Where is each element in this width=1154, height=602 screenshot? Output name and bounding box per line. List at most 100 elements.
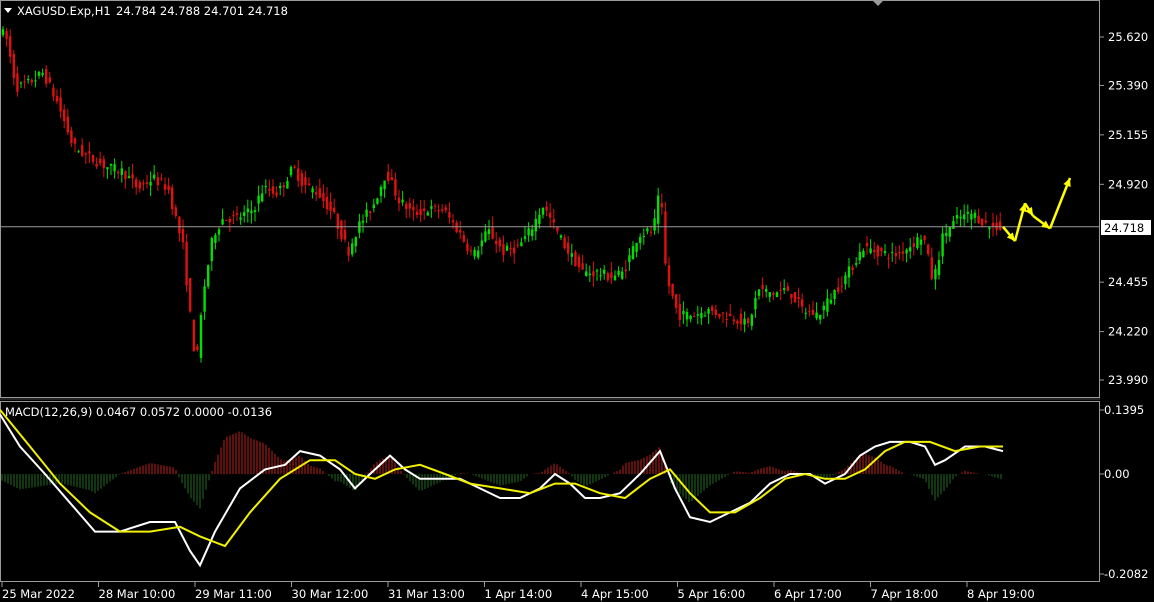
candle-body	[988, 227, 991, 230]
candle-body	[718, 313, 721, 317]
candle-body	[743, 318, 746, 325]
candle-body	[199, 315, 203, 358]
candle-body	[221, 219, 224, 225]
candle-body	[725, 319, 728, 321]
candle-body	[937, 259, 941, 275]
candle-body	[34, 80, 37, 82]
candle-body	[703, 315, 707, 317]
candle-body	[379, 186, 383, 196]
candle-body	[815, 312, 818, 319]
candle-body	[243, 212, 246, 216]
time-tick-label: 5 Apr 16:00	[678, 587, 746, 601]
candle-body	[930, 257, 933, 279]
candle-body	[916, 237, 919, 248]
candle-body	[531, 229, 534, 237]
candle-body	[322, 192, 325, 201]
candle-body	[16, 73, 19, 92]
candle-body	[282, 185, 285, 188]
candle-body	[909, 247, 912, 252]
candle-body	[880, 247, 883, 252]
candle-body	[779, 289, 782, 291]
candle-body	[462, 235, 465, 242]
candle-body	[952, 221, 955, 229]
candle-body	[70, 130, 73, 143]
candle-body	[642, 235, 645, 237]
candle-body	[941, 233, 944, 257]
candle-body	[307, 183, 311, 186]
candle-body	[883, 250, 887, 254]
candle-body	[477, 250, 480, 258]
price-tick-label: 24.220	[1108, 325, 1148, 339]
candle-body	[423, 208, 426, 212]
candle-body	[750, 314, 753, 326]
candle-body	[52, 87, 55, 97]
price-chart[interactable]: XAGUSD.Exp,H1 24.784 24.788 24.701 24.71…	[0, 0, 1154, 602]
candle-body	[192, 319, 195, 352]
candle-body	[124, 171, 127, 180]
candle-body	[81, 144, 84, 156]
candle-body	[667, 265, 671, 287]
candle-body	[811, 309, 815, 315]
candle-body	[153, 174, 156, 179]
candle-body	[163, 184, 167, 190]
candle-body	[545, 206, 548, 211]
candle-body	[768, 292, 771, 297]
time-tick-label: 1 Apr 14:00	[485, 587, 553, 601]
candle-body	[894, 253, 897, 257]
candle-body	[671, 283, 674, 296]
candle-body	[325, 196, 329, 210]
candle-body	[120, 168, 123, 175]
candle-body	[408, 202, 411, 209]
candle-body	[505, 245, 509, 251]
candle-body	[592, 271, 595, 277]
candle-body	[855, 263, 858, 265]
candle-body	[707, 308, 710, 314]
candle-body	[981, 218, 984, 226]
candle-body	[736, 320, 739, 324]
candle-body	[844, 275, 847, 285]
candle-body	[923, 235, 926, 241]
candle-body	[315, 192, 318, 195]
candle-body	[603, 269, 606, 274]
candle-body	[808, 311, 811, 313]
candle-body	[653, 218, 656, 231]
candle-body	[55, 95, 59, 102]
candle-body	[739, 313, 743, 325]
candle-body	[473, 249, 476, 257]
candle-body	[127, 176, 131, 179]
time-tick-label: 30 Mar 12:00	[292, 587, 369, 601]
candle-body	[847, 266, 851, 278]
macd-tick-label: -0.2082	[1104, 567, 1148, 581]
time-tick-label: 29 Mar 11:00	[195, 587, 272, 601]
candle-body	[178, 216, 181, 234]
candle-body	[487, 229, 491, 235]
candle-body	[606, 273, 609, 281]
candle-body	[567, 242, 570, 254]
candle-body	[865, 243, 869, 247]
candle-body	[106, 167, 109, 170]
candle-body	[160, 178, 163, 180]
candle-body	[239, 217, 242, 220]
candle-body	[469, 250, 473, 252]
candle-body	[757, 289, 761, 296]
candle-body	[829, 299, 833, 304]
candle-body	[833, 290, 836, 300]
candle-body	[858, 251, 861, 261]
candle-body	[397, 197, 401, 204]
candle-body	[793, 292, 797, 303]
candle-body	[678, 303, 681, 320]
candle-body	[27, 78, 30, 81]
candle-body	[171, 187, 174, 210]
candle-body	[700, 313, 703, 319]
candle-body	[95, 163, 98, 167]
candle-body	[563, 237, 566, 249]
candle-body	[541, 207, 545, 215]
candle-body	[891, 252, 894, 254]
candle-body	[412, 207, 415, 211]
candle-body	[775, 292, 779, 297]
candle-body	[765, 288, 768, 292]
candle-body	[945, 233, 948, 236]
candle-body	[959, 216, 962, 219]
candle-body	[617, 270, 620, 275]
candle-body	[45, 68, 48, 84]
